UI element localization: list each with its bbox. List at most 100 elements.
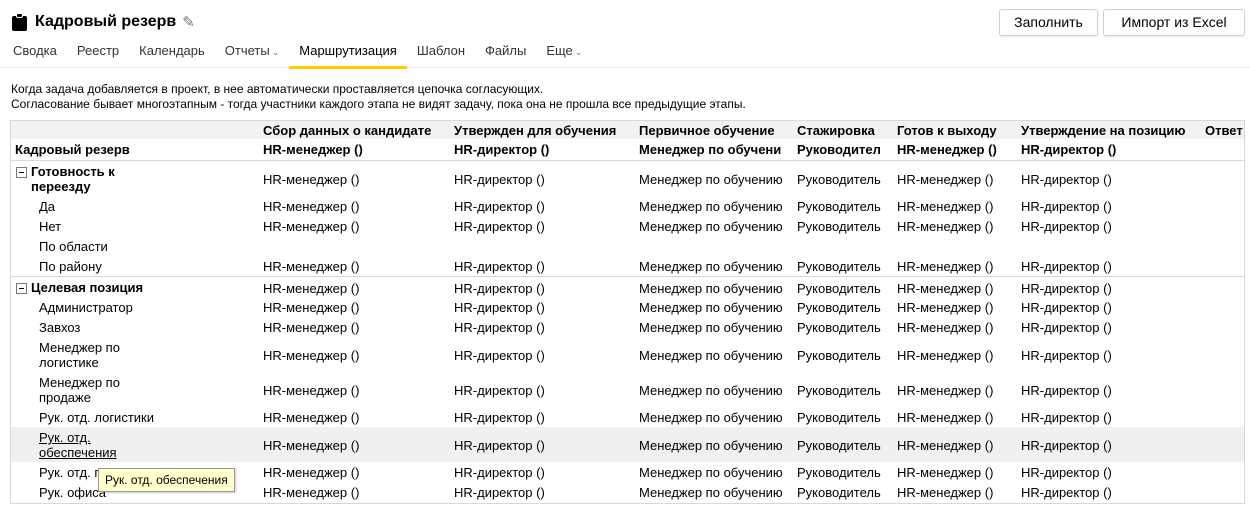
grid-cell[interactable]: HR-директор () (454, 465, 545, 480)
tab-5[interactable]: Маршрутизация (289, 42, 407, 69)
grid-cell[interactable]: Менеджер по обучению (639, 219, 783, 234)
tab-4[interactable]: Отчеты ⌄ (215, 42, 289, 68)
grid-cell[interactable]: HR-директор () (1021, 410, 1112, 425)
tab-8[interactable]: Еще ⌄ (536, 42, 592, 68)
row-label[interactable]: По области (39, 239, 108, 254)
column-title[interactable]: Ответ (1205, 123, 1243, 138)
grid-cell[interactable]: HR-директор () (1021, 383, 1112, 398)
grid-cell[interactable]: HR-директор () (454, 219, 545, 234)
grid-cell[interactable]: HR-менеджер () (897, 465, 993, 480)
collapse-toggle-icon[interactable] (16, 283, 27, 294)
grid-cell[interactable]: HR-директор () (1021, 348, 1112, 363)
column-role[interactable]: HR-менеджер () (897, 142, 997, 157)
grid-cell[interactable]: Руководитель (797, 410, 881, 425)
grid-cell[interactable]: Менеджер по обучению (639, 410, 783, 425)
grid-cell[interactable]: HR-директор () (1021, 219, 1112, 234)
grid-cell[interactable]: Руководитель (797, 219, 881, 234)
grid-cell[interactable]: HR-директор () (1021, 465, 1112, 480)
grid-cell[interactable]: Руководитель (797, 348, 881, 363)
grid-cell[interactable]: HR-директор () (454, 300, 545, 315)
column-title[interactable]: Готов к выходу (897, 123, 997, 138)
grid-cell[interactable]: Руководитель (797, 320, 881, 335)
row-label[interactable]: Нет (39, 219, 61, 234)
row-label[interactable]: По району (39, 259, 102, 274)
column-role[interactable]: Руководител (797, 142, 881, 157)
grid-cell[interactable]: HR-менеджер () (897, 199, 993, 214)
grid-cell[interactable]: HR-директор () (454, 172, 545, 187)
grid-cell[interactable]: Менеджер по обучению (639, 199, 783, 214)
grid-cell[interactable]: Руководитель (797, 438, 881, 453)
grid-cell[interactable]: HR-менеджер () (263, 465, 359, 480)
grid-cell[interactable]: Руководитель (797, 172, 881, 187)
grid-cell[interactable]: HR-менеджер () (263, 383, 359, 398)
grid-cell[interactable]: HR-менеджер () (897, 438, 993, 453)
grid-cell[interactable]: Менеджер по обучению (639, 383, 783, 398)
grid-cell[interactable]: Менеджер по обучению (639, 465, 783, 480)
grid-cell[interactable]: Менеджер по обучению (639, 259, 783, 274)
column-title[interactable]: Утвержден для обучения (454, 123, 616, 138)
grid-cell[interactable]: HR-менеджер () (263, 320, 359, 335)
grid-cell[interactable]: HR-директор () (454, 320, 545, 335)
grid-cell[interactable]: HR-менеджер () (263, 410, 359, 425)
row-label[interactable]: Да (39, 199, 55, 214)
grid-cell[interactable]: HR-директор () (1021, 485, 1112, 500)
grid-cell[interactable]: HR-менеджер () (897, 383, 993, 398)
grid-cell[interactable]: Менеджер по обучению (639, 348, 783, 363)
grid-cell[interactable]: HR-менеджер () (263, 259, 359, 274)
grid-cell[interactable]: HR-директор () (1021, 259, 1112, 274)
row-label[interactable]: Готовность к переезду (31, 164, 115, 194)
grid-cell[interactable]: Менеджер по обучению (639, 300, 783, 315)
fill-button[interactable]: Заполнить (999, 9, 1098, 36)
grid-cell[interactable]: Руководитель (797, 199, 881, 214)
grid-cell[interactable]: HR-директор () (1021, 438, 1112, 453)
grid-cell[interactable]: Менеджер по обучению (639, 438, 783, 453)
grid-cell[interactable]: Руководитель (797, 259, 881, 274)
grid-cell[interactable]: HR-директор () (1021, 281, 1112, 296)
grid-cell[interactable]: HR-директор () (1021, 172, 1112, 187)
column-role[interactable]: HR-менеджер () (263, 142, 363, 157)
grid-cell[interactable]: HR-менеджер () (263, 300, 359, 315)
row-label[interactable]: Рук. отд. обеспечения (39, 430, 117, 460)
column-title[interactable]: Сбор данных о кандидате (263, 123, 431, 138)
grid-cell[interactable]: HR-менеджер () (263, 219, 359, 234)
grid-cell[interactable]: HR-менеджер () (897, 348, 993, 363)
grid-cell[interactable]: Руководитель (797, 300, 881, 315)
column-title[interactable]: Стажировка (797, 123, 875, 138)
grid-cell[interactable]: HR-менеджер () (897, 259, 993, 274)
tab-6[interactable]: Шаблон (407, 42, 475, 68)
row-label[interactable]: Менеджер по продаже (39, 375, 120, 405)
grid-cell[interactable]: HR-директор () (454, 485, 545, 500)
collapse-toggle-icon[interactable] (16, 167, 27, 178)
grid-cell[interactable]: Руководитель (797, 465, 881, 480)
column-role[interactable]: HR-директор () (1021, 142, 1116, 157)
grid-cell[interactable]: HR-директор () (454, 281, 545, 296)
grid-cell[interactable]: HR-менеджер () (897, 485, 993, 500)
grid-cell[interactable]: Менеджер по обучению (639, 172, 783, 187)
row-label[interactable]: Менеджер по логистике (39, 340, 120, 370)
grid-cell[interactable]: Руководитель (797, 485, 881, 500)
grid-cell[interactable]: HR-директор () (1021, 199, 1112, 214)
grid-cell[interactable]: HR-менеджер () (897, 410, 993, 425)
grid-cell[interactable]: HR-менеджер () (897, 219, 993, 234)
grid-cell[interactable]: HR-менеджер () (263, 172, 359, 187)
column-role[interactable]: Менеджер по обучени (639, 142, 781, 157)
grid-cell[interactable]: HR-директор () (454, 438, 545, 453)
edit-pencil-icon[interactable]: ✎ (182, 15, 195, 30)
grid-cell[interactable]: Руководитель (797, 281, 881, 296)
grid-cell[interactable]: HR-директор () (454, 348, 545, 363)
grid-cell[interactable]: HR-менеджер () (897, 281, 993, 296)
tab-2[interactable]: Реестр (67, 42, 129, 68)
row-label[interactable]: Рук. офиса (39, 485, 106, 500)
grid-cell[interactable]: HR-менеджер () (897, 172, 993, 187)
tab-7[interactable]: Файлы (475, 42, 536, 68)
row-label[interactable]: Целевая позиция (31, 280, 143, 295)
grid-cell[interactable]: HR-менеджер () (263, 281, 359, 296)
row-label[interactable]: Рук. отд. логистики (39, 410, 154, 425)
column-role[interactable]: HR-директор () (454, 142, 549, 157)
grid-cell[interactable]: HR-директор () (454, 383, 545, 398)
grid-cell[interactable]: HR-директор () (454, 199, 545, 214)
column-title[interactable]: Утверждение на позицию (1021, 123, 1186, 138)
tab-1[interactable]: Сводка (0, 42, 67, 68)
grid-cell[interactable]: Менеджер по обучению (639, 281, 783, 296)
grid-cell[interactable]: HR-директор () (454, 410, 545, 425)
